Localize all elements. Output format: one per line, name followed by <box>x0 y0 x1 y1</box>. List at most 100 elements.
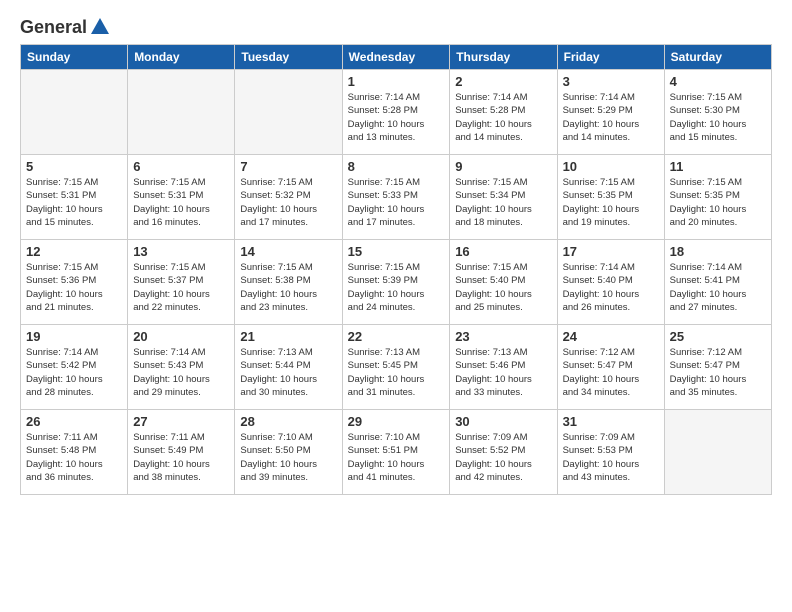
day-number: 9 <box>455 159 551 174</box>
calendar-cell: 5 Sunrise: 7:15 AM Sunset: 5:31 PM Daylig… <box>21 155 128 240</box>
day-number: 26 <box>26 414 122 429</box>
calendar-week-row: 26 Sunrise: 7:11 AM Sunset: 5:48 PM Dayli… <box>21 410 772 495</box>
weekday-header-thursday: Thursday <box>450 45 557 70</box>
calendar-cell: 7Sunrise: 7:15 AM Sunset: 5:32 PM Daylig… <box>235 155 342 240</box>
day-info: Sunrise: 7:13 AM Sunset: 5:44 PM Dayligh… <box>240 346 336 399</box>
day-info: Sunrise: 7:15 AM Sunset: 5:35 PM Dayligh… <box>670 176 766 229</box>
calendar-table: SundayMondayTuesdayWednesdayThursdayFrid… <box>20 44 772 495</box>
day-info: Sunrise: 7:15 AM Sunset: 5:34 PM Dayligh… <box>455 176 551 229</box>
calendar-cell: 1Sunrise: 7:14 AM Sunset: 5:28 PM Daylig… <box>342 70 450 155</box>
logo-icon <box>89 16 111 38</box>
weekday-header-wednesday: Wednesday <box>342 45 450 70</box>
day-info: Sunrise: 7:13 AM Sunset: 5:46 PM Dayligh… <box>455 346 551 399</box>
calendar-cell: 13 Sunrise: 7:15 AM Sunset: 5:37 PM Dayli… <box>128 240 235 325</box>
day-info: Sunrise: 7:14 AM Sunset: 5:43 PM Dayligh… <box>133 346 229 399</box>
weekday-header-row: SundayMondayTuesdayWednesdayThursdayFrid… <box>21 45 772 70</box>
calendar-cell <box>128 70 235 155</box>
day-number: 5 <box>26 159 122 174</box>
calendar-cell: 23Sunrise: 7:13 AM Sunset: 5:46 PM Dayli… <box>450 325 557 410</box>
day-info: Sunrise: 7:10 AM Sunset: 5:50 PM Dayligh… <box>240 431 336 484</box>
day-info: Sunrise: 7:11 AM Sunset: 5:49 PM Dayligh… <box>133 431 229 484</box>
day-number: 21 <box>240 329 336 344</box>
weekday-header-sunday: Sunday <box>21 45 128 70</box>
calendar-cell: 27 Sunrise: 7:11 AM Sunset: 5:49 PM Dayli… <box>128 410 235 495</box>
page-container: General SundayMondayTuesdayWednesdayThur… <box>0 0 792 505</box>
day-number: 3 <box>563 74 659 89</box>
calendar-week-row: 5 Sunrise: 7:15 AM Sunset: 5:31 PM Daylig… <box>21 155 772 240</box>
page-header: General <box>20 16 772 34</box>
day-number: 18 <box>670 244 766 259</box>
calendar-cell: 15Sunrise: 7:15 AM Sunset: 5:39 PM Dayli… <box>342 240 450 325</box>
calendar-cell: 2Sunrise: 7:14 AM Sunset: 5:28 PM Daylig… <box>450 70 557 155</box>
day-info: Sunrise: 7:15 AM Sunset: 5:30 PM Dayligh… <box>670 91 766 144</box>
day-info: Sunrise: 7:15 AM Sunset: 5:31 PM Dayligh… <box>26 176 122 229</box>
day-info: Sunrise: 7:11 AM Sunset: 5:48 PM Dayligh… <box>26 431 122 484</box>
calendar-cell: 14Sunrise: 7:15 AM Sunset: 5:38 PM Dayli… <box>235 240 342 325</box>
calendar-cell: 11 Sunrise: 7:15 AM Sunset: 5:35 PM Dayli… <box>664 155 771 240</box>
day-number: 14 <box>240 244 336 259</box>
weekday-header-monday: Monday <box>128 45 235 70</box>
calendar-cell: 26 Sunrise: 7:11 AM Sunset: 5:48 PM Dayli… <box>21 410 128 495</box>
day-info: Sunrise: 7:12 AM Sunset: 5:47 PM Dayligh… <box>670 346 766 399</box>
calendar-cell <box>21 70 128 155</box>
day-number: 24 <box>563 329 659 344</box>
calendar-cell: 18 Sunrise: 7:14 AM Sunset: 5:41 PM Dayli… <box>664 240 771 325</box>
calendar-cell: 21 Sunrise: 7:13 AM Sunset: 5:44 PM Dayli… <box>235 325 342 410</box>
day-number: 13 <box>133 244 229 259</box>
day-number: 30 <box>455 414 551 429</box>
day-number: 11 <box>670 159 766 174</box>
calendar-cell: 31 Sunrise: 7:09 AM Sunset: 5:53 PM Dayli… <box>557 410 664 495</box>
calendar-week-row: 1Sunrise: 7:14 AM Sunset: 5:28 PM Daylig… <box>21 70 772 155</box>
day-info: Sunrise: 7:15 AM Sunset: 5:35 PM Dayligh… <box>563 176 659 229</box>
day-number: 8 <box>348 159 445 174</box>
day-info: Sunrise: 7:14 AM Sunset: 5:29 PM Dayligh… <box>563 91 659 144</box>
day-number: 20 <box>133 329 229 344</box>
logo: General <box>20 16 111 34</box>
day-number: 16 <box>455 244 551 259</box>
calendar-cell: 19 Sunrise: 7:14 AM Sunset: 5:42 PM Dayli… <box>21 325 128 410</box>
calendar-cell: 4 Sunrise: 7:15 AM Sunset: 5:30 PM Daylig… <box>664 70 771 155</box>
day-number: 17 <box>563 244 659 259</box>
day-number: 29 <box>348 414 445 429</box>
day-info: Sunrise: 7:15 AM Sunset: 5:37 PM Dayligh… <box>133 261 229 314</box>
day-number: 31 <box>563 414 659 429</box>
calendar-cell <box>664 410 771 495</box>
day-info: Sunrise: 7:14 AM Sunset: 5:41 PM Dayligh… <box>670 261 766 314</box>
weekday-header-friday: Friday <box>557 45 664 70</box>
logo-general: General <box>20 17 87 38</box>
day-number: 15 <box>348 244 445 259</box>
calendar-cell: 24 Sunrise: 7:12 AM Sunset: 5:47 PM Dayli… <box>557 325 664 410</box>
day-number: 25 <box>670 329 766 344</box>
calendar-cell: 6Sunrise: 7:15 AM Sunset: 5:31 PM Daylig… <box>128 155 235 240</box>
day-info: Sunrise: 7:14 AM Sunset: 5:40 PM Dayligh… <box>563 261 659 314</box>
calendar-cell: 17 Sunrise: 7:14 AM Sunset: 5:40 PM Dayli… <box>557 240 664 325</box>
day-number: 7 <box>240 159 336 174</box>
day-info: Sunrise: 7:14 AM Sunset: 5:28 PM Dayligh… <box>455 91 551 144</box>
day-info: Sunrise: 7:14 AM Sunset: 5:42 PM Dayligh… <box>26 346 122 399</box>
day-info: Sunrise: 7:09 AM Sunset: 5:53 PM Dayligh… <box>563 431 659 484</box>
day-info: Sunrise: 7:09 AM Sunset: 5:52 PM Dayligh… <box>455 431 551 484</box>
calendar-cell: 29 Sunrise: 7:10 AM Sunset: 5:51 PM Dayli… <box>342 410 450 495</box>
calendar-cell: 20 Sunrise: 7:14 AM Sunset: 5:43 PM Dayli… <box>128 325 235 410</box>
day-info: Sunrise: 7:10 AM Sunset: 5:51 PM Dayligh… <box>348 431 445 484</box>
day-number: 27 <box>133 414 229 429</box>
day-info: Sunrise: 7:15 AM Sunset: 5:33 PM Dayligh… <box>348 176 445 229</box>
calendar-cell: 9 Sunrise: 7:15 AM Sunset: 5:34 PM Daylig… <box>450 155 557 240</box>
day-info: Sunrise: 7:12 AM Sunset: 5:47 PM Dayligh… <box>563 346 659 399</box>
weekday-header-saturday: Saturday <box>664 45 771 70</box>
calendar-cell: 30 Sunrise: 7:09 AM Sunset: 5:52 PM Dayli… <box>450 410 557 495</box>
day-number: 22 <box>348 329 445 344</box>
calendar-cell: 25 Sunrise: 7:12 AM Sunset: 5:47 PM Dayli… <box>664 325 771 410</box>
day-number: 4 <box>670 74 766 89</box>
day-info: Sunrise: 7:15 AM Sunset: 5:31 PM Dayligh… <box>133 176 229 229</box>
day-number: 12 <box>26 244 122 259</box>
calendar-week-row: 12 Sunrise: 7:15 AM Sunset: 5:36 PM Dayli… <box>21 240 772 325</box>
calendar-cell: 16 Sunrise: 7:15 AM Sunset: 5:40 PM Dayli… <box>450 240 557 325</box>
day-info: Sunrise: 7:15 AM Sunset: 5:36 PM Dayligh… <box>26 261 122 314</box>
day-info: Sunrise: 7:15 AM Sunset: 5:40 PM Dayligh… <box>455 261 551 314</box>
day-number: 19 <box>26 329 122 344</box>
day-info: Sunrise: 7:14 AM Sunset: 5:28 PM Dayligh… <box>348 91 445 144</box>
day-number: 28 <box>240 414 336 429</box>
calendar-cell: 3 Sunrise: 7:14 AM Sunset: 5:29 PM Daylig… <box>557 70 664 155</box>
day-number: 10 <box>563 159 659 174</box>
